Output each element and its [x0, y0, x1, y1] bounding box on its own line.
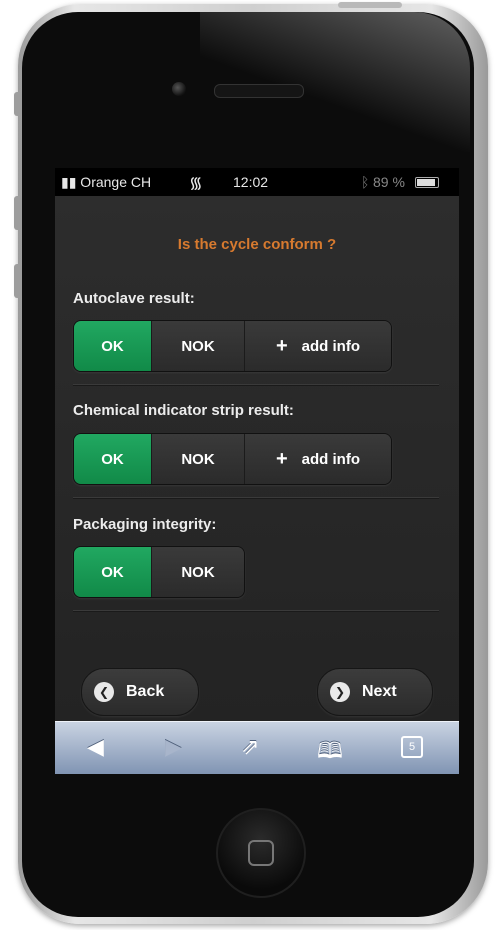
screen: ▮▮ Orange CH ᯾ 12:02 ᛒ 89 % Is the cycle…	[55, 168, 459, 774]
volume-up-button	[14, 196, 22, 230]
autoclave-nok-button[interactable]: NOK	[152, 321, 245, 371]
packaging-integrity-label: Packaging integrity:	[73, 516, 217, 533]
next-button[interactable]: ❯ Next	[317, 668, 433, 716]
back-button[interactable]: ❮ Back	[81, 668, 199, 716]
packaging-ok-button[interactable]: OK	[74, 547, 152, 597]
next-label: Next	[362, 683, 397, 700]
autoclave-label: Autoclave result:	[73, 290, 195, 307]
chemical-indicator-result-group: OK NOK + add info	[73, 433, 392, 485]
add-info-label: add info	[301, 450, 360, 468]
chevron-left-icon: ❮	[94, 682, 114, 702]
clock: 12:02	[233, 174, 269, 190]
page-content: Is the cycle conform ? Autoclave result:…	[55, 196, 459, 721]
tabs-icon[interactable]: 5	[401, 736, 423, 758]
browser-toolbar: ◀ ▶ ⇗ 🕮 5	[55, 721, 459, 774]
back-label: Back	[126, 683, 165, 700]
chemical-indicator-label: Chemical indicator strip result:	[73, 402, 294, 419]
sleep-button	[338, 2, 402, 8]
add-info-label: add info	[301, 337, 360, 355]
plus-icon: +	[275, 448, 288, 470]
divider	[73, 384, 439, 386]
back-arrow-icon[interactable]: ◀	[87, 734, 104, 760]
volume-down-button	[14, 264, 22, 298]
divider	[73, 610, 439, 612]
battery-percent: 89 %	[373, 174, 405, 190]
autoclave-result-group: OK NOK + add info	[73, 320, 392, 372]
page-title: Is the cycle conform ?	[177, 236, 337, 253]
packaging-integrity-result-group: OK NOK	[73, 546, 245, 598]
carrier-label: ▮▮ Orange CH	[61, 174, 152, 190]
share-icon[interactable]: ⇗	[241, 734, 259, 760]
autoclave-ok-button[interactable]: OK	[74, 321, 152, 371]
forward-arrow-icon[interactable]: ▶	[165, 734, 182, 760]
bluetooth-icon: ᛒ	[361, 174, 370, 190]
battery-icon	[415, 177, 439, 188]
divider	[73, 497, 439, 499]
packaging-nok-button[interactable]: NOK	[152, 547, 244, 597]
home-square-icon	[248, 840, 274, 866]
front-camera	[172, 82, 186, 96]
plus-icon: +	[275, 335, 288, 357]
status-bar: ▮▮ Orange CH ᯾ 12:02 ᛒ 89 %	[55, 168, 459, 196]
chemical-add-info-button[interactable]: + add info	[245, 434, 391, 484]
chemical-nok-button[interactable]: NOK	[152, 434, 245, 484]
mute-switch	[14, 92, 22, 116]
chevron-right-icon: ❯	[330, 682, 350, 702]
autoclave-add-info-button[interactable]: + add info	[245, 321, 391, 371]
bookmarks-icon[interactable]: 🕮	[317, 734, 343, 772]
chemical-ok-button[interactable]: OK	[74, 434, 152, 484]
wifi-icon: ᯾	[189, 175, 203, 192]
home-button[interactable]	[216, 808, 306, 898]
earpiece-speaker	[214, 84, 304, 98]
